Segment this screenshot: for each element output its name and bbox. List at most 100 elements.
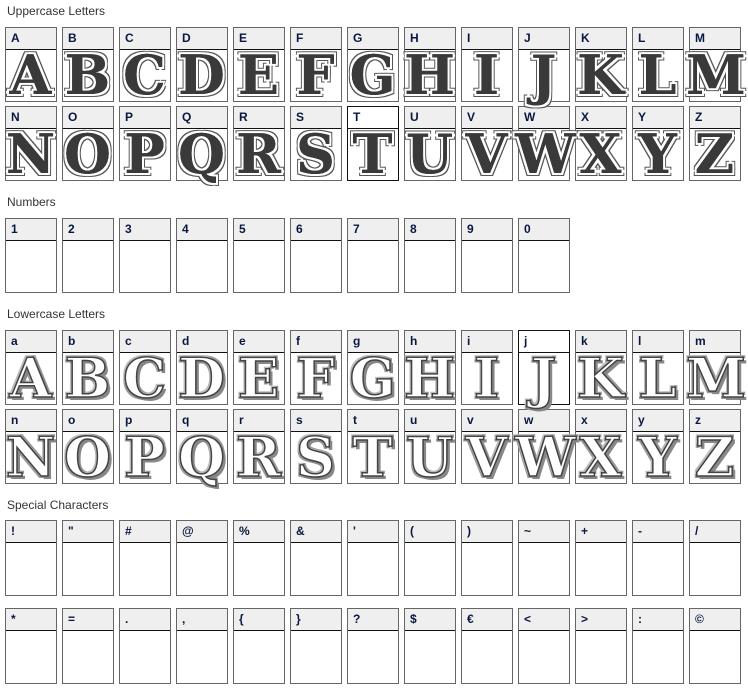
char-label: >: [576, 609, 626, 631]
char-cell[interactable]: *: [5, 608, 57, 684]
char-label: ): [462, 521, 512, 543]
char-cell[interactable]: .: [119, 608, 171, 684]
char-label: *: [6, 609, 56, 631]
glyph-preview: E: [237, 43, 280, 107]
char-label: 4: [177, 219, 227, 241]
glyph-preview: Y: [637, 425, 677, 489]
glyph-preview: M: [685, 346, 746, 410]
char-cell[interactable]: 7: [347, 218, 399, 293]
char-cell[interactable]: +: [575, 520, 627, 596]
glyph-preview: X: [579, 425, 622, 489]
glyph-preview: Z: [694, 425, 735, 489]
glyph-preview: Q: [177, 425, 226, 489]
char-label: {: [234, 609, 284, 631]
glyph-preview: G: [349, 43, 396, 107]
glyph-preview: Q: [177, 122, 226, 186]
char-cell[interactable]: &: [290, 520, 342, 596]
char-cell[interactable]: (: [404, 520, 456, 596]
section-title-special: Special Characters: [7, 498, 109, 512]
char-cell[interactable]: 6: [290, 218, 342, 293]
section-title-lowercase: Lowercase Letters: [7, 307, 106, 321]
char-label: 2: [63, 219, 113, 241]
char-label: =: [63, 609, 113, 631]
char-label: 8: [405, 219, 455, 241]
char-label: <: [519, 609, 569, 631]
char-cell[interactable]: !: [5, 520, 57, 596]
char-cell[interactable]: }: [290, 608, 342, 684]
char-cell[interactable]: ": [62, 520, 114, 596]
char-label: ": [63, 521, 113, 543]
glyph-preview: V: [465, 425, 508, 489]
char-label: ?: [348, 609, 398, 631]
char-label: (: [405, 521, 455, 543]
char-cell[interactable]: #: [119, 520, 171, 596]
glyph-preview: O: [63, 425, 112, 489]
char-label: ,: [177, 609, 227, 631]
char-cell[interactable]: 4: [176, 218, 228, 293]
glyph-preview: W: [514, 425, 576, 489]
glyph-preview: T: [352, 425, 394, 489]
char-label: $: [405, 609, 455, 631]
char-cell[interactable]: @: [176, 520, 228, 596]
char-cell[interactable]: ©: [689, 608, 741, 684]
char-label: +: [576, 521, 626, 543]
char-cell[interactable]: ?: [347, 608, 399, 684]
char-cell[interactable]: 2: [62, 218, 114, 293]
char-cell[interactable]: <: [518, 608, 570, 684]
section-title-uppercase: Uppercase Letters: [7, 4, 106, 18]
char-label: !: [6, 521, 56, 543]
glyph-preview: D: [177, 346, 225, 410]
char-cell[interactable]: =: [62, 608, 114, 684]
char-cell[interactable]: -: [632, 520, 684, 596]
char-cell[interactable]: 5: [233, 218, 285, 293]
glyph-preview: R: [235, 425, 281, 489]
char-cell[interactable]: /: [689, 520, 741, 596]
char-cell[interactable]: {: [233, 608, 285, 684]
char-cell[interactable]: 0: [518, 218, 570, 293]
char-label: }: [291, 609, 341, 631]
glyph-preview: V: [465, 122, 508, 186]
glyph-preview: A: [9, 43, 52, 107]
char-cell[interactable]: 3: [119, 218, 171, 293]
char-cell[interactable]: ': [347, 520, 399, 596]
glyph-preview: C: [123, 43, 166, 107]
char-label: %: [234, 521, 284, 543]
glyph-preview: T: [352, 122, 393, 186]
glyph-preview: H: [403, 346, 456, 410]
char-label: 3: [120, 219, 170, 241]
glyph-preview: K: [577, 43, 624, 107]
char-cell[interactable]: %: [233, 520, 285, 596]
char-cell[interactable]: $: [404, 608, 456, 684]
char-cell[interactable]: ~: [518, 520, 570, 596]
char-cell[interactable]: >: [575, 608, 627, 684]
glyph-preview: X: [579, 122, 622, 186]
char-label: 7: [348, 219, 398, 241]
glyph-preview: U: [405, 425, 454, 489]
glyph-preview: H: [403, 43, 456, 107]
char-cell[interactable]: 1: [5, 218, 57, 293]
char-label: -: [633, 521, 683, 543]
char-label: #: [120, 521, 170, 543]
glyph-preview: P: [123, 425, 165, 489]
char-cell[interactable]: ): [461, 520, 513, 596]
glyph-preview: E: [237, 346, 280, 410]
glyph-preview: I: [473, 346, 500, 410]
glyph-preview: K: [576, 346, 624, 410]
glyph-preview: A: [9, 346, 52, 410]
char-label: ': [348, 521, 398, 543]
char-cell[interactable]: 8: [404, 218, 456, 293]
char-cell[interactable]: :: [632, 608, 684, 684]
glyph-preview: Z: [694, 122, 735, 186]
glyph-preview: P: [124, 122, 165, 186]
char-cell[interactable]: 9: [461, 218, 513, 293]
char-cell[interactable]: ,: [176, 608, 228, 684]
section-title-numbers: Numbers: [7, 195, 56, 209]
char-label: ©: [690, 609, 740, 631]
glyph-preview: L: [638, 346, 677, 410]
glyph-preview: U: [405, 122, 454, 186]
char-label: /: [690, 521, 740, 543]
char-label: .: [120, 609, 170, 631]
char-cell[interactable]: €: [461, 608, 513, 684]
char-label: €: [462, 609, 512, 631]
glyph-preview: N: [5, 425, 56, 489]
